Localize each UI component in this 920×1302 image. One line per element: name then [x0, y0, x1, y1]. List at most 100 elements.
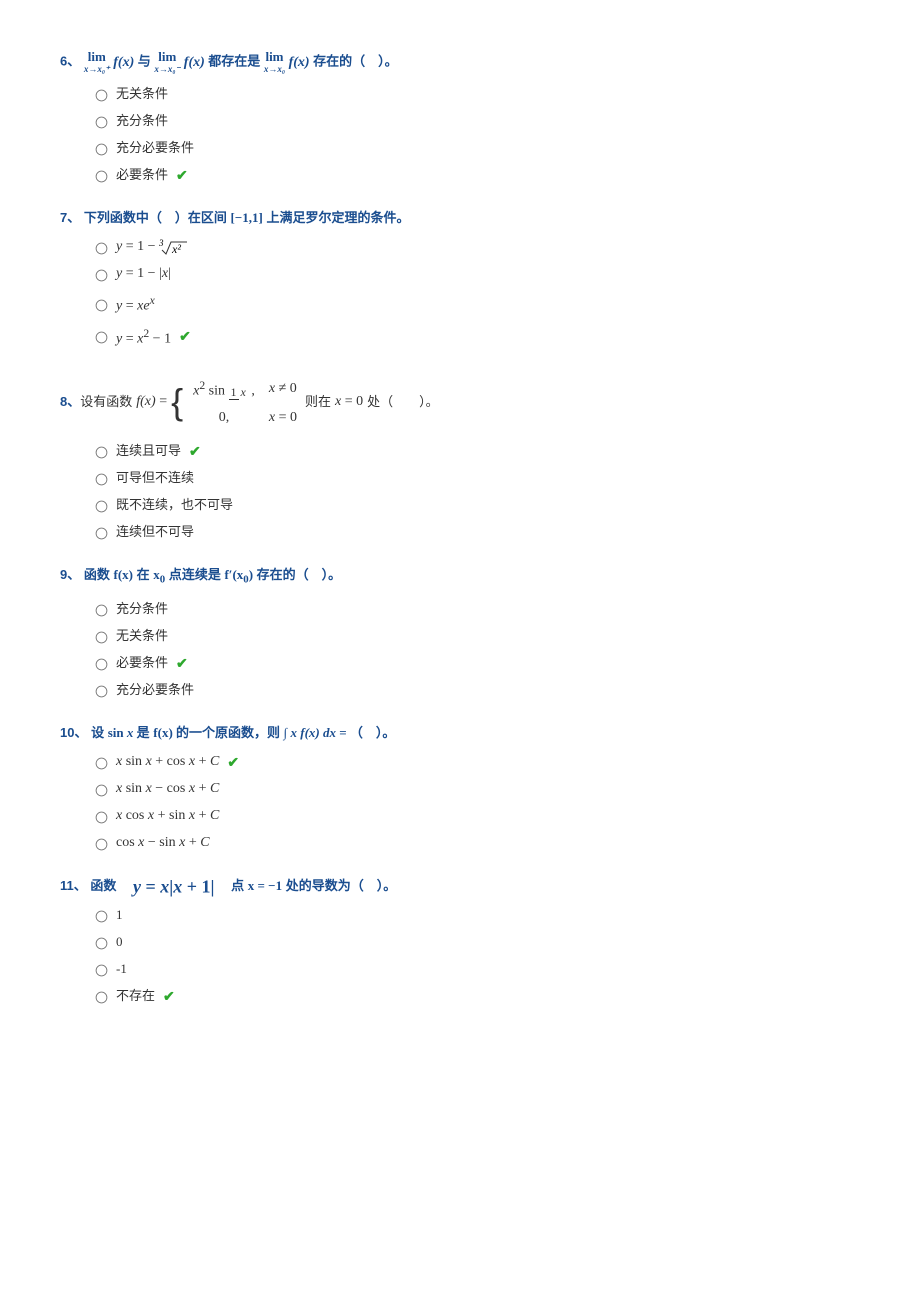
- option[interactable]: 无关条件: [90, 83, 860, 105]
- option-label: y = 1 − |x|: [116, 263, 171, 285]
- option-label: x sin x + cos x + C: [116, 751, 219, 773]
- question-10: 10、 设 sin x 是 f(x) 的一个原函数，则 ∫ x f(x) dx …: [60, 723, 860, 854]
- options-list: 充分条件 无关条件 必要条件 ✔ 充分必要条件: [90, 598, 860, 701]
- stem-text: 存在的（ ）。: [313, 54, 398, 69]
- option[interactable]: y = 1 − |x|: [90, 263, 860, 285]
- stem-text: 的一个原函数，则: [176, 725, 280, 740]
- question-stem: 6、 limx→x₀⁺ f(x) 与 limx→x₀⁻ f(x) 都存在是 li…: [60, 50, 860, 75]
- math-formula: y = x|x + 1|: [133, 876, 214, 896]
- stem-text: 点: [218, 878, 244, 893]
- check-icon: ✔: [176, 652, 188, 674]
- option-label: 1: [116, 904, 123, 926]
- option[interactable]: x sin x − cos x + C: [90, 778, 860, 800]
- radio-input[interactable]: [96, 631, 108, 643]
- option[interactable]: -1: [90, 958, 860, 980]
- option[interactable]: 不存在✔: [90, 985, 860, 1007]
- radio-input[interactable]: [96, 117, 108, 129]
- radio-input[interactable]: [96, 528, 108, 540]
- radio-input[interactable]: [96, 992, 108, 1004]
- check-icon: ✔: [227, 751, 239, 773]
- question-number: 9、: [60, 567, 80, 582]
- math-interval: [−1,1]: [231, 210, 263, 225]
- option-label: 充分条件: [116, 598, 168, 620]
- option-label: 可导但不连续: [116, 467, 194, 489]
- question-6: 6、 limx→x₀⁺ f(x) 与 limx→x₀⁻ f(x) 都存在是 li…: [60, 50, 860, 186]
- question-stem: 8、 设有函数 f(x) = { x2 sin 1x ,x ≠ 0 0,x = …: [60, 372, 860, 432]
- option-label: 无关条件: [116, 625, 168, 647]
- option[interactable]: 连续但不可导: [90, 521, 860, 543]
- option-label: -1: [116, 958, 127, 980]
- radio-input[interactable]: [96, 757, 108, 769]
- option[interactable]: y = xex: [90, 290, 860, 318]
- option-label: 充分条件: [116, 110, 168, 132]
- question-11: 11、 函数 y = x|x + 1| 点 x = −1 处的导数为（ ）。 1…: [60, 876, 860, 1008]
- option-label: x sin x − cos x + C: [116, 778, 219, 800]
- option[interactable]: 0: [90, 931, 860, 953]
- option[interactable]: x cos x + sin x + C: [90, 805, 860, 827]
- radio-input[interactable]: [96, 299, 108, 311]
- stem-text: 是: [137, 725, 150, 740]
- stem-text: （ ）。: [350, 725, 396, 740]
- radio-input[interactable]: [96, 144, 108, 156]
- stem-text: 设有函数: [80, 392, 132, 412]
- option[interactable]: 连续且可导✔: [90, 440, 860, 462]
- radio-input[interactable]: [96, 474, 108, 486]
- option[interactable]: 充分必要条件: [90, 679, 860, 701]
- question-number: 7、: [60, 210, 80, 225]
- options-list: 1 0 -1 不存在✔: [90, 904, 860, 1007]
- radio-input[interactable]: [96, 243, 108, 255]
- radio-input[interactable]: [96, 811, 108, 823]
- question-number: 11、: [60, 878, 87, 893]
- option-label: y = xex: [116, 290, 155, 318]
- option-label: 必要条件: [116, 652, 168, 674]
- option-label: 必要条件: [116, 164, 168, 186]
- radio-input[interactable]: [96, 501, 108, 513]
- radio-input[interactable]: [96, 658, 108, 670]
- question-stem: 9、 函数 f(x) 在 x0 点连续是 f′(x0) 存在的（ ）。: [60, 565, 860, 590]
- options-list: x sin x + cos x + C ✔ x sin x − cos x + C…: [90, 751, 860, 854]
- svg-text:x²: x²: [171, 242, 181, 256]
- option[interactable]: 1: [90, 904, 860, 926]
- option[interactable]: 充分必要条件: [90, 137, 860, 159]
- option-label: 充分必要条件: [116, 137, 194, 159]
- option[interactable]: 无关条件: [90, 625, 860, 647]
- radio-input[interactable]: [96, 171, 108, 183]
- stem-text: 存在的（ ）。: [257, 567, 342, 582]
- option[interactable]: 可导但不连续: [90, 467, 860, 489]
- option[interactable]: 既不连续，也不可导: [90, 494, 860, 516]
- radio-input[interactable]: [96, 685, 108, 697]
- radio-input[interactable]: [96, 965, 108, 977]
- option[interactable]: cos x − sin x + C: [90, 832, 860, 854]
- option[interactable]: 必要条件 ✔: [90, 652, 860, 674]
- stem-text: 都存在是: [208, 54, 260, 69]
- check-icon: ✔: [179, 325, 191, 347]
- radio-input[interactable]: [96, 270, 108, 282]
- option[interactable]: 充分条件: [90, 110, 860, 132]
- option[interactable]: y = x2 − 1 ✔: [90, 323, 860, 351]
- option[interactable]: 充分条件: [90, 598, 860, 620]
- option-label: cos x − sin x + C: [116, 832, 210, 854]
- radio-input[interactable]: [96, 911, 108, 923]
- question-number: 6、: [60, 54, 80, 69]
- radio-input[interactable]: [96, 784, 108, 796]
- radio-input[interactable]: [96, 332, 108, 344]
- stem-text: 在: [137, 567, 150, 582]
- question-number: 10、: [60, 725, 87, 740]
- radio-input[interactable]: [96, 604, 108, 616]
- option[interactable]: y = 1 − 3x²: [90, 236, 860, 258]
- radio-input[interactable]: [96, 838, 108, 850]
- svg-text:3: 3: [159, 238, 164, 248]
- radio-input[interactable]: [96, 938, 108, 950]
- option[interactable]: 必要条件✔: [90, 164, 860, 186]
- question-number: 8、: [60, 392, 80, 412]
- question-stem: 11、 函数 y = x|x + 1| 点 x = −1 处的导数为（ ）。: [60, 876, 860, 897]
- option[interactable]: x sin x + cos x + C ✔: [90, 751, 860, 773]
- stem-text: 下列函数中（ ）在区间: [84, 210, 227, 225]
- option-label: 无关条件: [116, 83, 168, 105]
- radio-input[interactable]: [96, 447, 108, 459]
- stem-text: 点连续是: [169, 567, 221, 582]
- option-label: 既不连续，也不可导: [116, 494, 233, 516]
- question-9: 9、 函数 f(x) 在 x0 点连续是 f′(x0) 存在的（ ）。 充分条件…: [60, 565, 860, 701]
- option-label: 充分必要条件: [116, 679, 194, 701]
- radio-input[interactable]: [96, 90, 108, 102]
